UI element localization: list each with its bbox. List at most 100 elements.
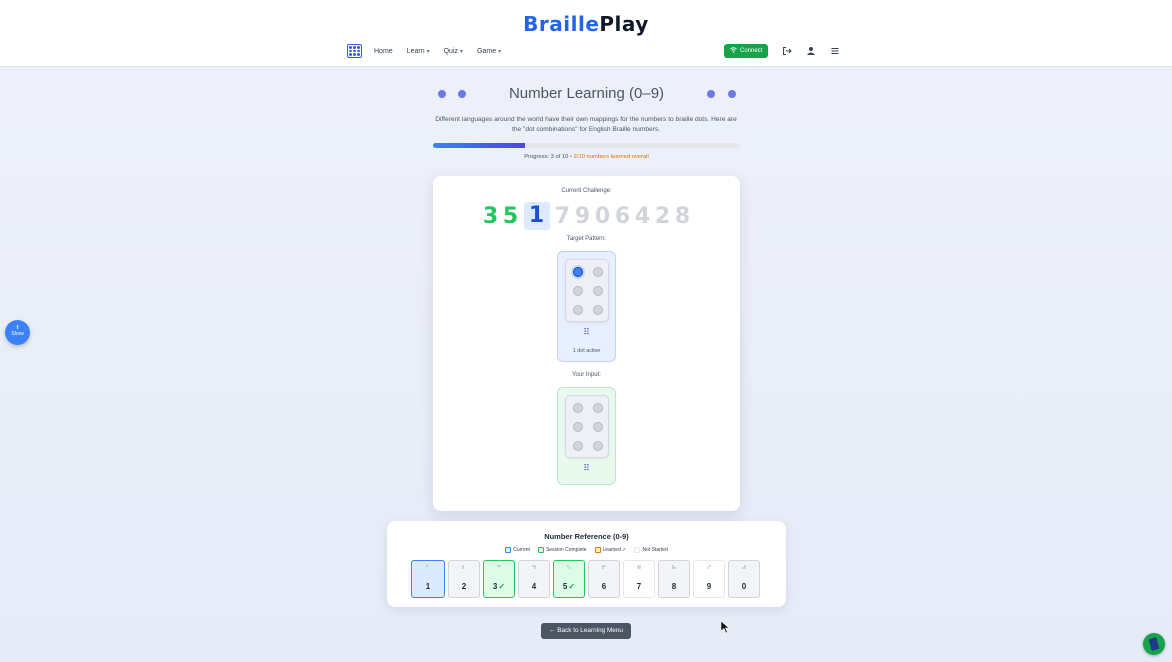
challenge-digit: 8 (674, 203, 691, 229)
legend-swatch (594, 547, 601, 553)
braille-grid-icon[interactable] (347, 44, 362, 58)
challenge-digit: 9 (574, 203, 591, 229)
check-icon: ✓ (498, 582, 506, 591)
number-reference: Number Reference (0-9) Current Session Co… (387, 521, 786, 607)
number-tile-4[interactable]: ⠙ 4 (518, 560, 550, 598)
connect-button[interactable]: Connect (724, 44, 769, 58)
braille-dot-6 (593, 305, 603, 315)
tile-braille: ⠁ (425, 565, 431, 573)
number-tile-8[interactable]: ⠓ 8 (658, 560, 690, 598)
page-title: Number Learning (0–9) (508, 85, 665, 102)
challenge-digit: 6 (614, 203, 631, 229)
legend-swatch (537, 547, 544, 553)
tile-number-label: 2 (461, 582, 467, 591)
legend-label: Not Started (642, 547, 668, 553)
challenge-digit: 1 (523, 202, 550, 230)
target-caption: 1 dot active (572, 348, 601, 354)
brand-logo[interactable]: BraillePlay (0, 12, 1172, 36)
number-tile-1[interactable]: ⠁ 1 (411, 560, 445, 598)
number-tile-9[interactable]: ⠊ 9 (693, 560, 725, 598)
braille-dot-6[interactable] (593, 441, 603, 451)
page-subtitle: Different languages around the world hav… (435, 116, 737, 133)
challenge-digit: 0 (594, 203, 611, 229)
target-braille-cell (565, 259, 609, 322)
nav-quiz[interactable]: Quiz ▾ (444, 48, 463, 55)
challenge-digit: 4 (634, 203, 651, 229)
nav-learn-label: Learn (406, 47, 425, 55)
check-icon: ✓ (568, 582, 576, 591)
tile-braille: ⠑ (566, 565, 572, 573)
nav-learn[interactable]: Learn ▾ (407, 48, 430, 55)
nav-quiz-label: Quiz (443, 47, 459, 55)
legend-item: Learned ✓ (594, 547, 627, 553)
tile-number-label: 5 (562, 582, 568, 591)
hamburger-menu-icon[interactable] (830, 46, 840, 56)
number-tile-3[interactable]: ⠉ 3✓ (483, 560, 515, 598)
wifi-icon (730, 47, 737, 55)
legend-item: Session Complete (537, 547, 587, 553)
braille-dot-4[interactable] (593, 403, 603, 413)
number-tile-2[interactable]: ⠃ 2 (448, 560, 480, 598)
challenge-digits: 3517906428 (433, 202, 740, 230)
header-tools: Connect (724, 44, 854, 58)
nav-home[interactable]: Home (374, 48, 393, 55)
title-row: Number Learning (0–9) (433, 84, 740, 104)
legend-swatch (634, 547, 641, 553)
tile-braille: ⠓ (671, 565, 677, 573)
reference-tiles: ⠁ 1 ⠃ 2 ⠉ 3✓ ⠙ 4 ⠑ 5✓ ⠋ 6 ⠛ 7 ⠓ 8 ⠊ 9 ⠚ 0 (411, 560, 760, 598)
nav-game[interactable]: Game ▾ (477, 48, 501, 55)
target-label: Target Pattern: (566, 236, 607, 242)
tile-number-label: 1 (425, 582, 431, 591)
number-tile-7[interactable]: ⠛ 7 (623, 560, 655, 598)
progress-bar (433, 143, 740, 148)
tile-number: 7 (624, 582, 654, 591)
braille-dot-3 (573, 305, 583, 315)
braille-dot-3[interactable] (573, 441, 583, 451)
tile-number: 2 (449, 582, 479, 591)
chevron-down-icon: ▾ (460, 48, 464, 55)
tile-number: 6 (589, 582, 619, 591)
legend-item: Current (505, 547, 530, 553)
logout-icon[interactable] (782, 46, 793, 56)
user-icon[interactable] (806, 46, 816, 56)
braille-dot-5 (593, 286, 603, 296)
tile-number: 0 (729, 582, 759, 591)
input-braille-char: ⠿ (583, 464, 590, 474)
tile-braille: ⠛ (636, 565, 642, 573)
number-tile-6[interactable]: ⠋ 6 (588, 560, 620, 598)
braille-dot-4 (593, 267, 603, 277)
challenge-digit: 5 (502, 203, 519, 229)
progress-text: Progress: 3 of 10 • 2/10 numbers learned… (433, 154, 740, 160)
challenge-digit: 3 (482, 203, 499, 229)
tile-number-label: 0 (741, 582, 747, 591)
number-tile-5[interactable]: ⠑ 5✓ (553, 560, 585, 598)
decor-dot (728, 90, 736, 98)
challenge-card: Current Challenge: 3517906428 Target Pat… (433, 176, 740, 511)
tile-braille: ⠉ (496, 565, 502, 573)
legend-label: Session Complete (545, 547, 587, 553)
tile-number: 9 (694, 582, 724, 591)
legend-label: Learned ✓ (602, 547, 627, 553)
brand-part1: Braille (523, 12, 600, 36)
braille-dot-2[interactable] (573, 422, 583, 432)
braille-dot-5[interactable] (593, 422, 603, 432)
input-pattern: ⠿ (557, 387, 616, 485)
connect-label: Connect (740, 48, 763, 54)
tile-braille: ⠙ (531, 565, 537, 573)
tile-number-label: 9 (706, 582, 712, 591)
tile-number-label: 8 (671, 582, 677, 591)
nav-game-label: Game (477, 47, 497, 55)
legend-item: Not Started (634, 547, 668, 553)
braille-dot-1[interactable] (573, 403, 583, 413)
tile-number-label: 7 (636, 582, 642, 591)
number-tile-0[interactable]: ⠚ 0 (728, 560, 760, 598)
tile-number-label: 4 (531, 582, 537, 591)
top-header: BraillePlay Home Learn ▾ Quiz ▾ Game ▾ Conn… (0, 0, 1172, 67)
legend-label: Current (513, 547, 530, 553)
tile-number: 4 (519, 582, 549, 591)
accessibility-fab[interactable] (1143, 633, 1165, 655)
back-to-learning-button[interactable]: ← Back to Learning Menu (541, 623, 631, 639)
tile-number: 8 (659, 582, 689, 591)
tile-number-label: 3 (492, 582, 498, 591)
show-panel-toggle[interactable]: ‖ Show (5, 320, 30, 345)
